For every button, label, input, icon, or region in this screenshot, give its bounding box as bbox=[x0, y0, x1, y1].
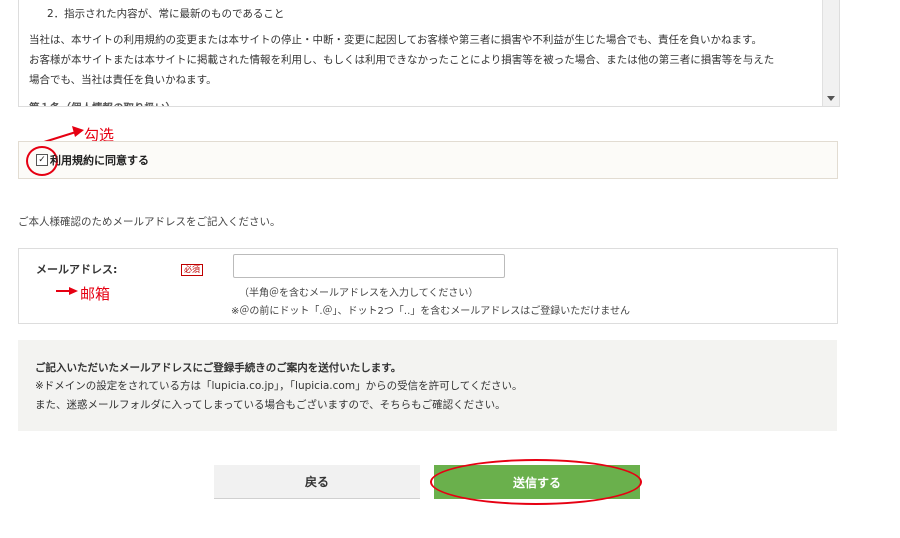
required-badge: 必須 bbox=[181, 264, 203, 276]
terms-line: 2．指示された内容が、常に最新のものであること bbox=[47, 8, 285, 20]
annotation-email-note: 邮箱 bbox=[80, 285, 111, 303]
notice-line: ※ドメインの設定をされている方は「lupicia.co.jp」，「lupicia… bbox=[35, 380, 523, 392]
email-hint: （半角＠を含むメールアドレスを入力してください） bbox=[239, 288, 479, 299]
agree-terms-row: ✓ 利用規約に同意する bbox=[18, 141, 838, 179]
notice-line: また、迷惑メールフォルダに入ってしまっている場合もございますので、そちらもご確認… bbox=[35, 399, 506, 411]
notice-line: ご記入いただいたメールアドレスにご登録手続きのご案内を送付いたします。 bbox=[35, 362, 402, 374]
email-form-row: メールアドレス: 必須 （半角＠を含むメールアドレスを入力してください） ※＠の… bbox=[18, 248, 838, 324]
agree-label[interactable]: 利用規約に同意する bbox=[50, 152, 149, 168]
terms-content: 2．指示された内容が、常に最新のものであること 当社は、本サイトの利用規約の変更… bbox=[29, 0, 821, 106]
terms-line: 場合でも、当社は責任を負いかねます。 bbox=[29, 74, 217, 86]
terms-line: 当社は、本サイトの利用規約の変更または本サイトの停止・中断・変更に起因してお客様… bbox=[29, 34, 763, 46]
scroll-down-arrow-icon[interactable] bbox=[827, 96, 835, 101]
terms-section-heading: 第１条（個人情報の取り扱い） bbox=[29, 98, 821, 106]
terms-scroll-box[interactable]: 2．指示された内容が、常に最新のものであること 当社は、本サイトの利用規約の変更… bbox=[18, 0, 840, 107]
email-input[interactable] bbox=[233, 254, 505, 278]
notice-box: ご記入いただいたメールアドレスにご登録手続きのご案内を送付いたします。 ※ドメイ… bbox=[18, 340, 837, 431]
email-intro-text: ご本人様確認のためメールアドレスをご記入ください。 bbox=[18, 216, 281, 228]
send-button[interactable]: 送信する bbox=[434, 465, 640, 499]
terms-scrollbar[interactable] bbox=[822, 0, 839, 106]
terms-line: お客様が本サイトまたは本サイトに掲載された情報を利用し、もしくは利用できなかった… bbox=[29, 54, 775, 66]
annotation-arrow-icon bbox=[56, 287, 78, 295]
email-label: メールアドレス: bbox=[36, 263, 118, 276]
email-hint-note: ※＠の前にドット「.＠」、ドット2つ「..」を含むメールアドレスはご登録いただけ… bbox=[231, 306, 630, 317]
back-button[interactable]: 戻る bbox=[214, 465, 420, 499]
